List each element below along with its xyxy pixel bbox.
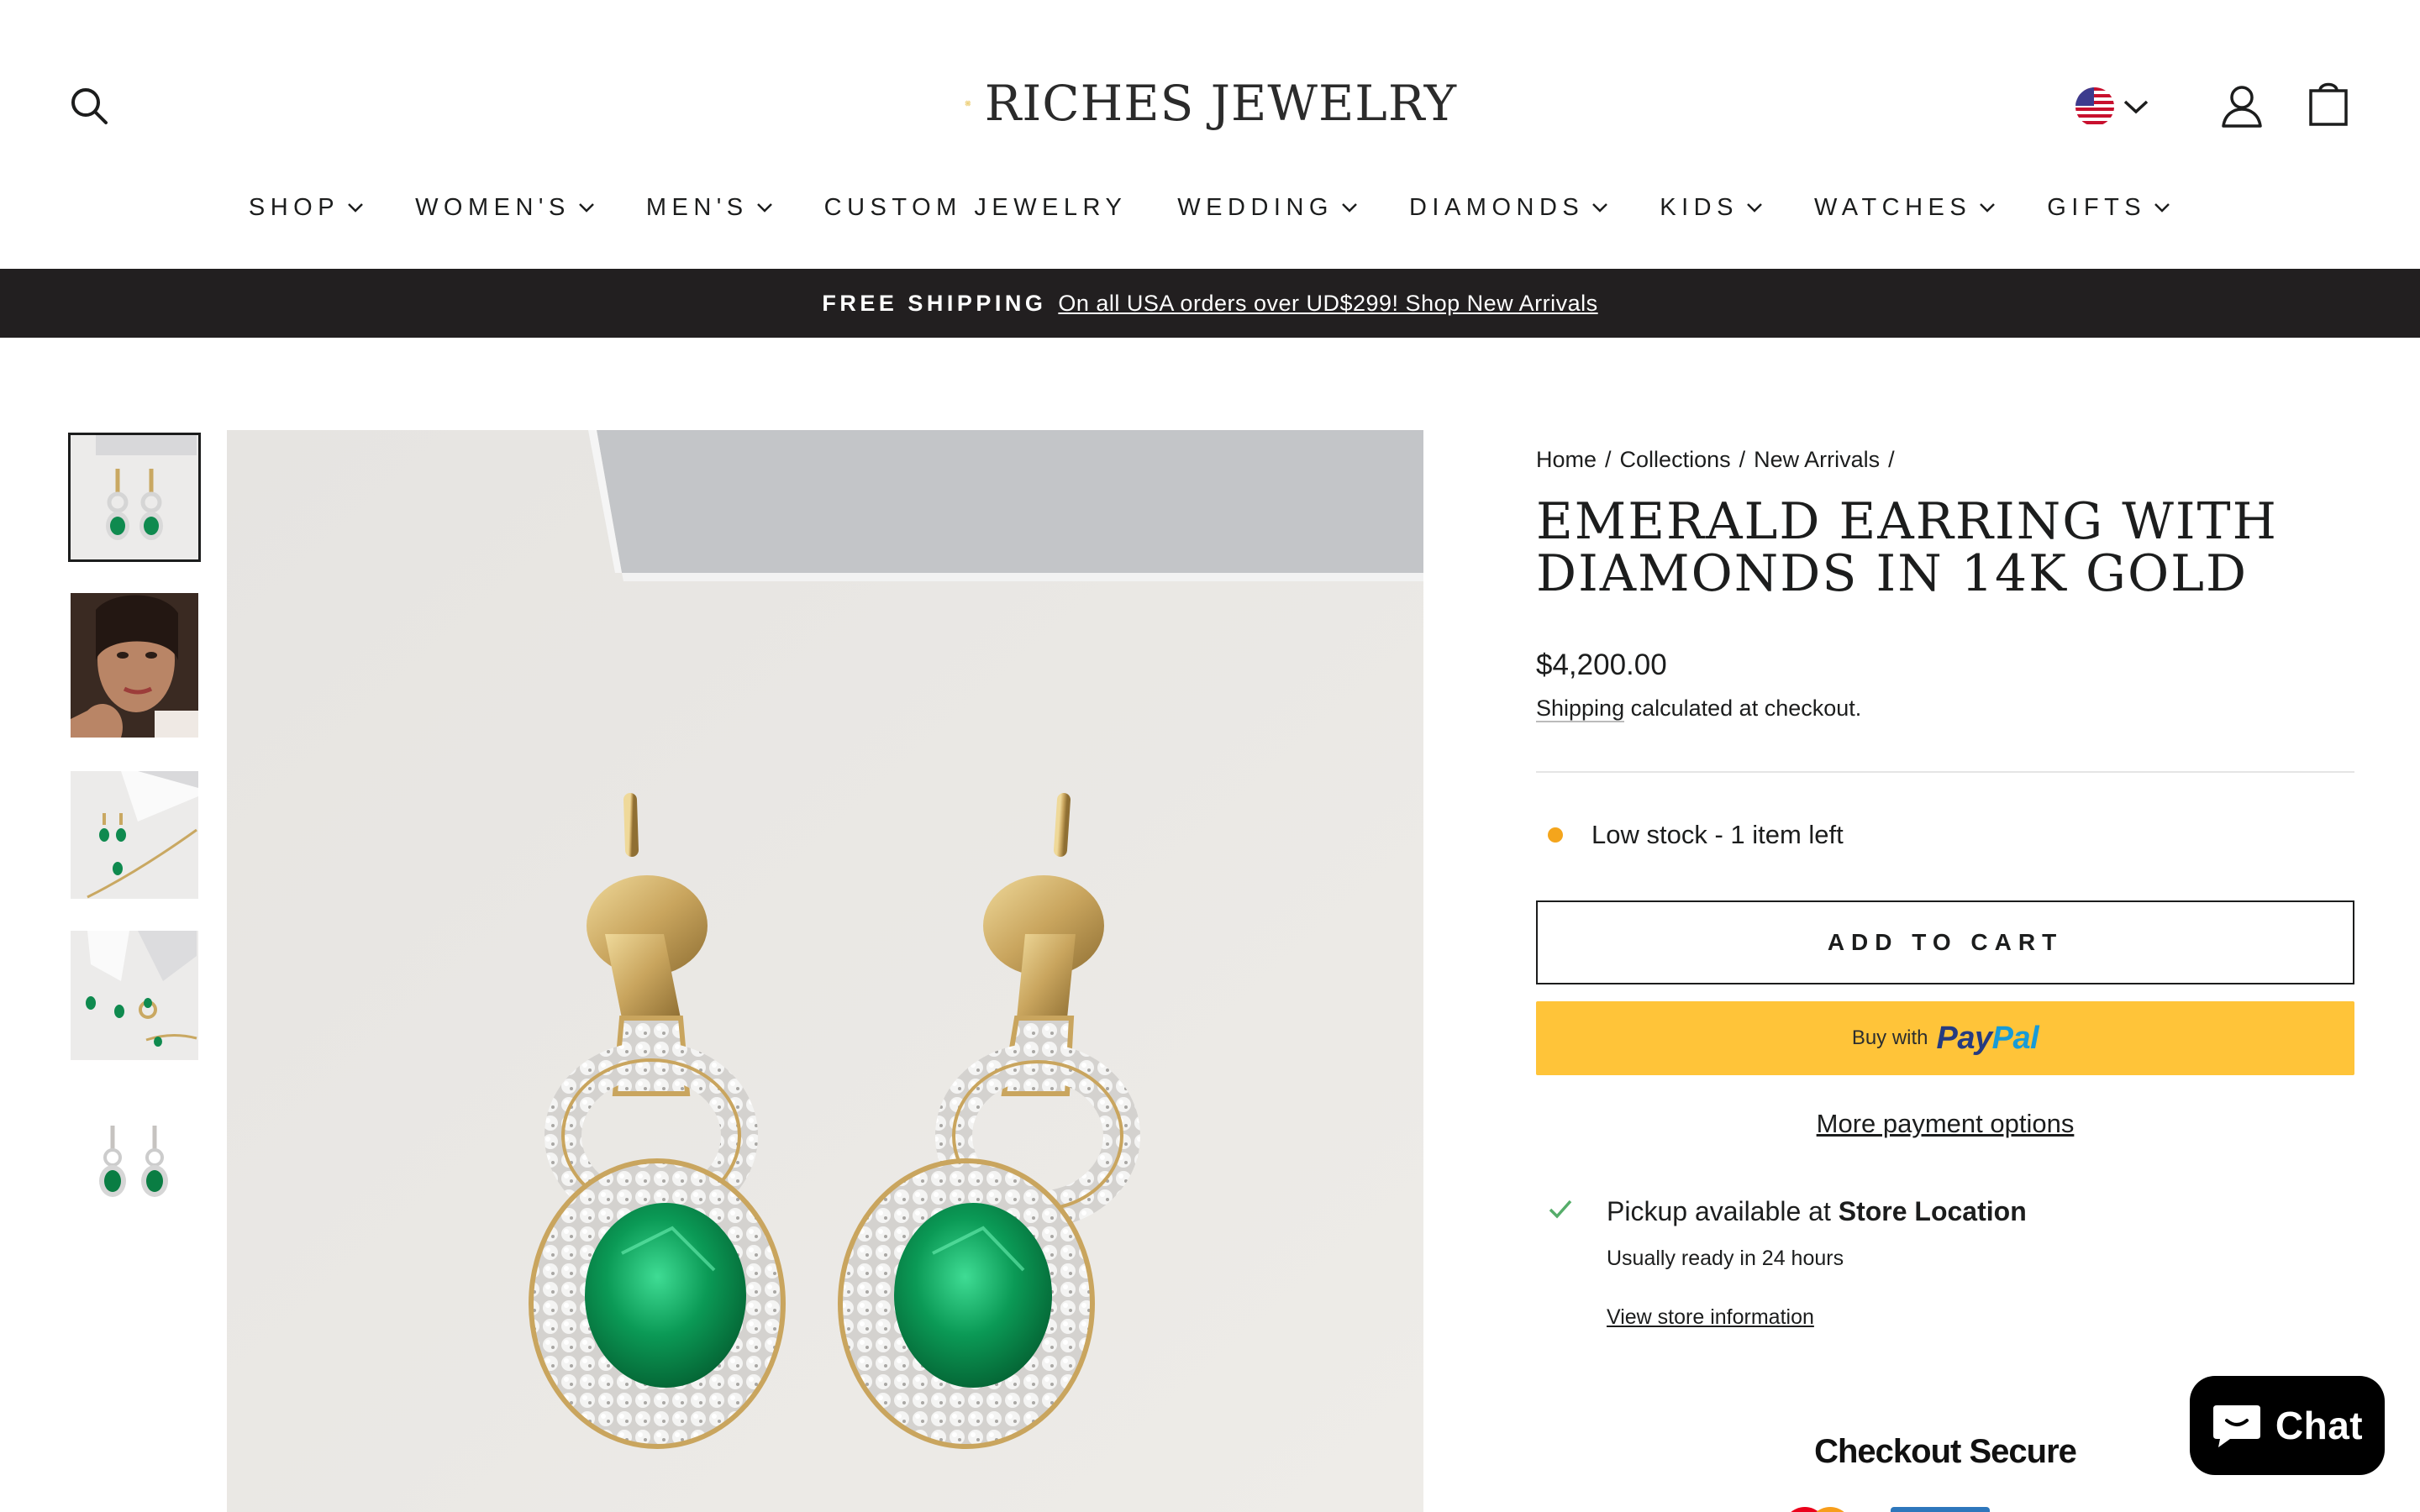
announcement-title: FREE SHIPPING — [822, 290, 1047, 316]
product-title: EMERALD EARRING WITH DIAMONDS IN 14K GOL… — [1536, 492, 2278, 603]
announcement-link[interactable]: On all USA orders over UD$299! Shop New … — [1058, 291, 1597, 317]
earrings-thumbnail-image — [71, 435, 198, 559]
divider — [1536, 771, 2354, 773]
chat-label: Chat — [2275, 1404, 2364, 1447]
nav-label: KIDS — [1660, 193, 1739, 221]
thumbnail-1[interactable] — [68, 433, 201, 562]
nav-mens[interactable]: MEN'S — [646, 185, 774, 230]
cart-button[interactable] — [2307, 81, 2349, 128]
nav-wedding[interactable]: WEDDING — [1177, 185, 1359, 230]
paypal-logo-pal: Pal — [1991, 1020, 2039, 1056]
breadcrumb-separator: / — [1888, 447, 1895, 472]
logo-icon — [965, 100, 971, 107]
view-store-info-link[interactable]: View store information — [1607, 1305, 1814, 1330]
paypal-logo-pay: Pay — [1936, 1020, 1993, 1056]
shipping-suffix: calculated at checkout. — [1624, 696, 1862, 721]
site-logo[interactable]: RICHES JEWELRY — [965, 55, 1457, 151]
country-selector[interactable] — [2075, 84, 2160, 129]
set-thumbnail-image — [71, 771, 198, 899]
chat-bubble-icon — [2212, 1405, 2260, 1447]
chevron-down-icon — [2123, 100, 2149, 114]
stock-dot-icon — [1548, 827, 1563, 843]
model-thumbnail-image — [71, 593, 198, 738]
breadcrumb-collections[interactable]: Collections — [1620, 447, 1731, 472]
nav-custom-jewelry[interactable]: CUSTOM JEWELRY — [824, 185, 1128, 230]
thumbnail-5[interactable] — [71, 1090, 198, 1225]
breadcrumb: Home / Collections / New Arrivals / — [1536, 447, 1903, 473]
nav-gifts[interactable]: GIFTS — [2047, 185, 2171, 230]
chevron-down-icon — [756, 203, 772, 213]
amex-icon — [1891, 1507, 1990, 1512]
emerald-earrings-photo — [227, 430, 1423, 1512]
more-payment-options-link[interactable]: More payment options — [1536, 1109, 2354, 1139]
collection-thumbnail-image — [71, 931, 198, 1060]
shipping-link[interactable]: Shipping — [1536, 696, 1625, 722]
paypal-logo: PayPal — [1937, 1021, 2039, 1057]
chat-button[interactable]: Chat — [2190, 1376, 2385, 1475]
search-icon — [71, 88, 108, 124]
paypal-button[interactable]: Buy with PayPal — [1536, 1001, 2354, 1075]
nav-diamonds[interactable]: DIAMONDS — [1409, 185, 1609, 230]
nav-kids[interactable]: KIDS — [1660, 185, 1764, 230]
shipping-note: Shipping calculated at checkout. — [1536, 696, 1861, 722]
payment-icons — [1791, 1507, 1990, 1512]
nav-label: WATCHES — [1813, 193, 1972, 221]
us-flag-icon — [2075, 87, 2114, 126]
pickup-prefix: Pickup available at — [1607, 1196, 1839, 1226]
check-icon — [1549, 1200, 1572, 1219]
pickup-ready-time: Usually ready in 24 hours — [1607, 1247, 1844, 1270]
nav-label: CUSTOM JEWELRY — [823, 193, 1128, 221]
search-button[interactable] — [67, 84, 113, 129]
announcement-bar: FREE SHIPPING On all USA orders over UD$… — [0, 269, 2420, 338]
chevron-down-icon — [348, 203, 363, 213]
nav-womens[interactable]: WOMEN'S — [415, 185, 596, 230]
pickup-availability: Pickup available at Store Location — [1607, 1196, 2027, 1227]
nav-label: SHOP — [248, 193, 340, 221]
product-main-image[interactable] — [227, 430, 1423, 1512]
mastercard-icon — [1791, 1507, 1844, 1512]
add-to-cart-button[interactable]: ADD TO CART — [1536, 900, 2354, 984]
user-icon — [2222, 86, 2262, 128]
thumbnail-4[interactable] — [71, 931, 198, 1060]
stock-status: Low stock - 1 item left — [1548, 820, 1844, 850]
thumbnail-3[interactable] — [71, 771, 198, 899]
chevron-down-icon — [1342, 203, 1357, 213]
main-nav: SHOP WOMEN'S MEN'S CUSTOM JEWELRY WEDDIN… — [249, 185, 2171, 230]
breadcrumb-separator: / — [1739, 447, 1746, 472]
breadcrumb-home[interactable]: Home — [1536, 447, 1597, 472]
pickup-location: Store Location — [1838, 1196, 2027, 1226]
breadcrumb-new-arrivals[interactable]: New Arrivals — [1754, 447, 1880, 472]
nav-label: WOMEN'S — [415, 193, 571, 221]
nav-label: DIAMONDS — [1408, 193, 1585, 221]
earrings-white-thumbnail-image — [71, 1090, 198, 1225]
chevron-down-icon — [1592, 203, 1608, 213]
nav-label: GIFTS — [2047, 193, 2147, 221]
breadcrumb-separator: / — [1605, 447, 1612, 472]
product-price: $4,200.00 — [1536, 648, 1667, 681]
nav-label: WEDDING — [1177, 193, 1334, 221]
logo-text: RICHES JEWELRY — [984, 75, 1457, 132]
nav-watches[interactable]: WATCHES — [1814, 185, 1996, 230]
chevron-down-icon — [1747, 203, 1762, 213]
nav-label: MEN'S — [645, 193, 749, 221]
thumbnail-2[interactable] — [71, 593, 198, 738]
bag-icon — [2309, 82, 2348, 126]
account-button[interactable] — [2218, 82, 2265, 129]
paypal-prefix: Buy with — [1851, 1026, 1928, 1049]
stock-text: Low stock - 1 item left — [1591, 820, 1844, 849]
chevron-down-icon — [2154, 203, 2170, 213]
site-header: RICHES JEWELRY SHOP WOMEN'S MEN'S CUSTOM… — [0, 0, 2420, 269]
nav-shop[interactable]: SHOP — [249, 185, 365, 230]
chevron-down-icon — [1980, 203, 1996, 213]
chevron-down-icon — [578, 203, 594, 213]
